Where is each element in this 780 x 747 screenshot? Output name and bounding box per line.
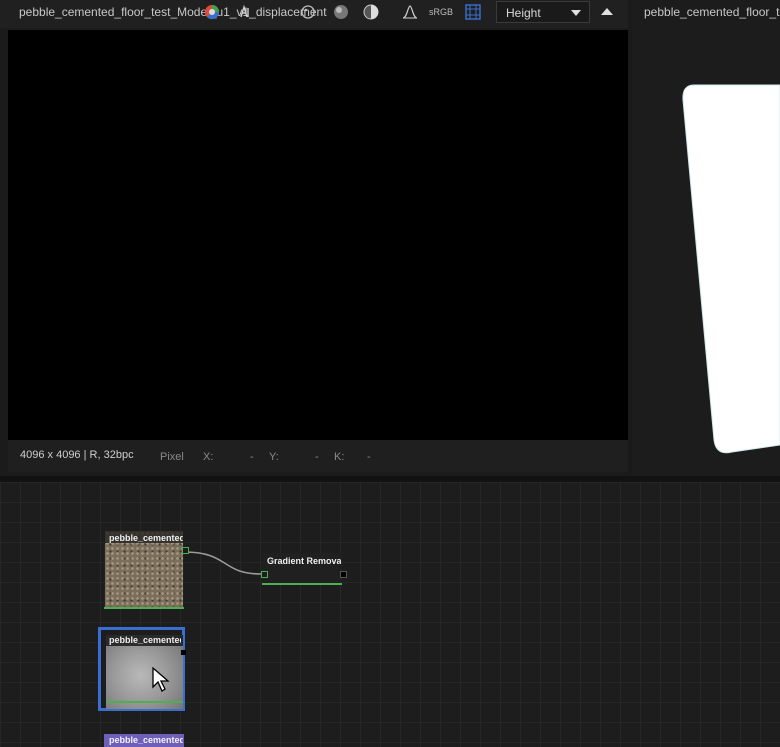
view-2d-title: pebble_cemented_floor_test_Model_u1_v1_d… [19,5,327,19]
color-space-label[interactable]: sRGB [429,7,453,17]
collapse-up-icon[interactable] [601,8,613,15]
view-2d-panel: pebble_cemented_floor_test_Model_u1_v1_d… [0,0,628,476]
color-wheel-icon[interactable] [204,4,220,20]
grid-frame-icon[interactable] [465,4,481,20]
node-pebble-height-selected[interactable]: pebble_cemented [98,627,186,711]
node-title: pebble_cemented [109,533,183,543]
node-status-bar [104,607,184,609]
status-pixel-label: Pixel [160,451,184,463]
status-y-label: Y: [269,451,279,463]
view-3d-panel: pebble_cemented_floor_te [632,0,780,476]
node-title: pebble_cemented [109,635,181,645]
status-resolution: 4096 x 4096 [20,449,81,461]
channel-dropdown-value: Height [506,6,541,20]
alpha-icon[interactable] [238,4,254,20]
node-status-bar [262,583,342,585]
node-thumbnail [106,635,183,709]
status-k-label: K: [334,451,345,463]
status-format: R, 32bpc [89,449,134,461]
view-3d-title: pebble_cemented_floor_te [644,5,780,19]
node-gradient-removal[interactable]: Gradient Remova [261,553,347,585]
node-status-bar [106,701,183,703]
status-info: 4096 x 4096 | R, 32bpc [20,449,134,461]
preview-plane[interactable] [680,80,780,460]
view-2d-canvas[interactable] [8,30,628,440]
node-pebble-color[interactable]: pebble_cemented [104,531,189,609]
sphere-shaded-icon[interactable] [333,4,349,20]
status-y-value: - [315,451,319,463]
output-port[interactable] [182,547,189,554]
status-x-label: X: [203,451,214,463]
channel-dropdown[interactable]: Height [496,1,590,23]
output-port[interactable] [340,571,347,578]
node-pebble-other[interactable]: pebble_cemented [104,734,184,747]
node-title: Gradient Remova [267,556,341,566]
node-title: pebble_cemented [109,735,183,745]
output-port[interactable] [181,650,186,655]
mouse-cursor-icon [152,667,170,692]
node-graph[interactable]: pebble_cemented Gradient Remova pebble_c… [0,482,780,747]
input-port[interactable] [261,571,268,578]
dropdown-caret-icon [571,10,581,16]
status-separator: | [83,449,87,461]
status-x-value: - [250,451,254,463]
view-2d-toolbar: pebble_cemented_floor_test_Model_u1_v1_d… [0,0,628,28]
status-k-value: - [367,451,371,463]
view-2d-status-bar: 4096 x 4096 | R, 32bpc Pixel X: - Y: - K… [8,440,628,472]
palette-icon[interactable] [300,4,316,20]
half-circle-icon[interactable] [363,4,379,20]
histogram-icon[interactable] [402,4,418,20]
